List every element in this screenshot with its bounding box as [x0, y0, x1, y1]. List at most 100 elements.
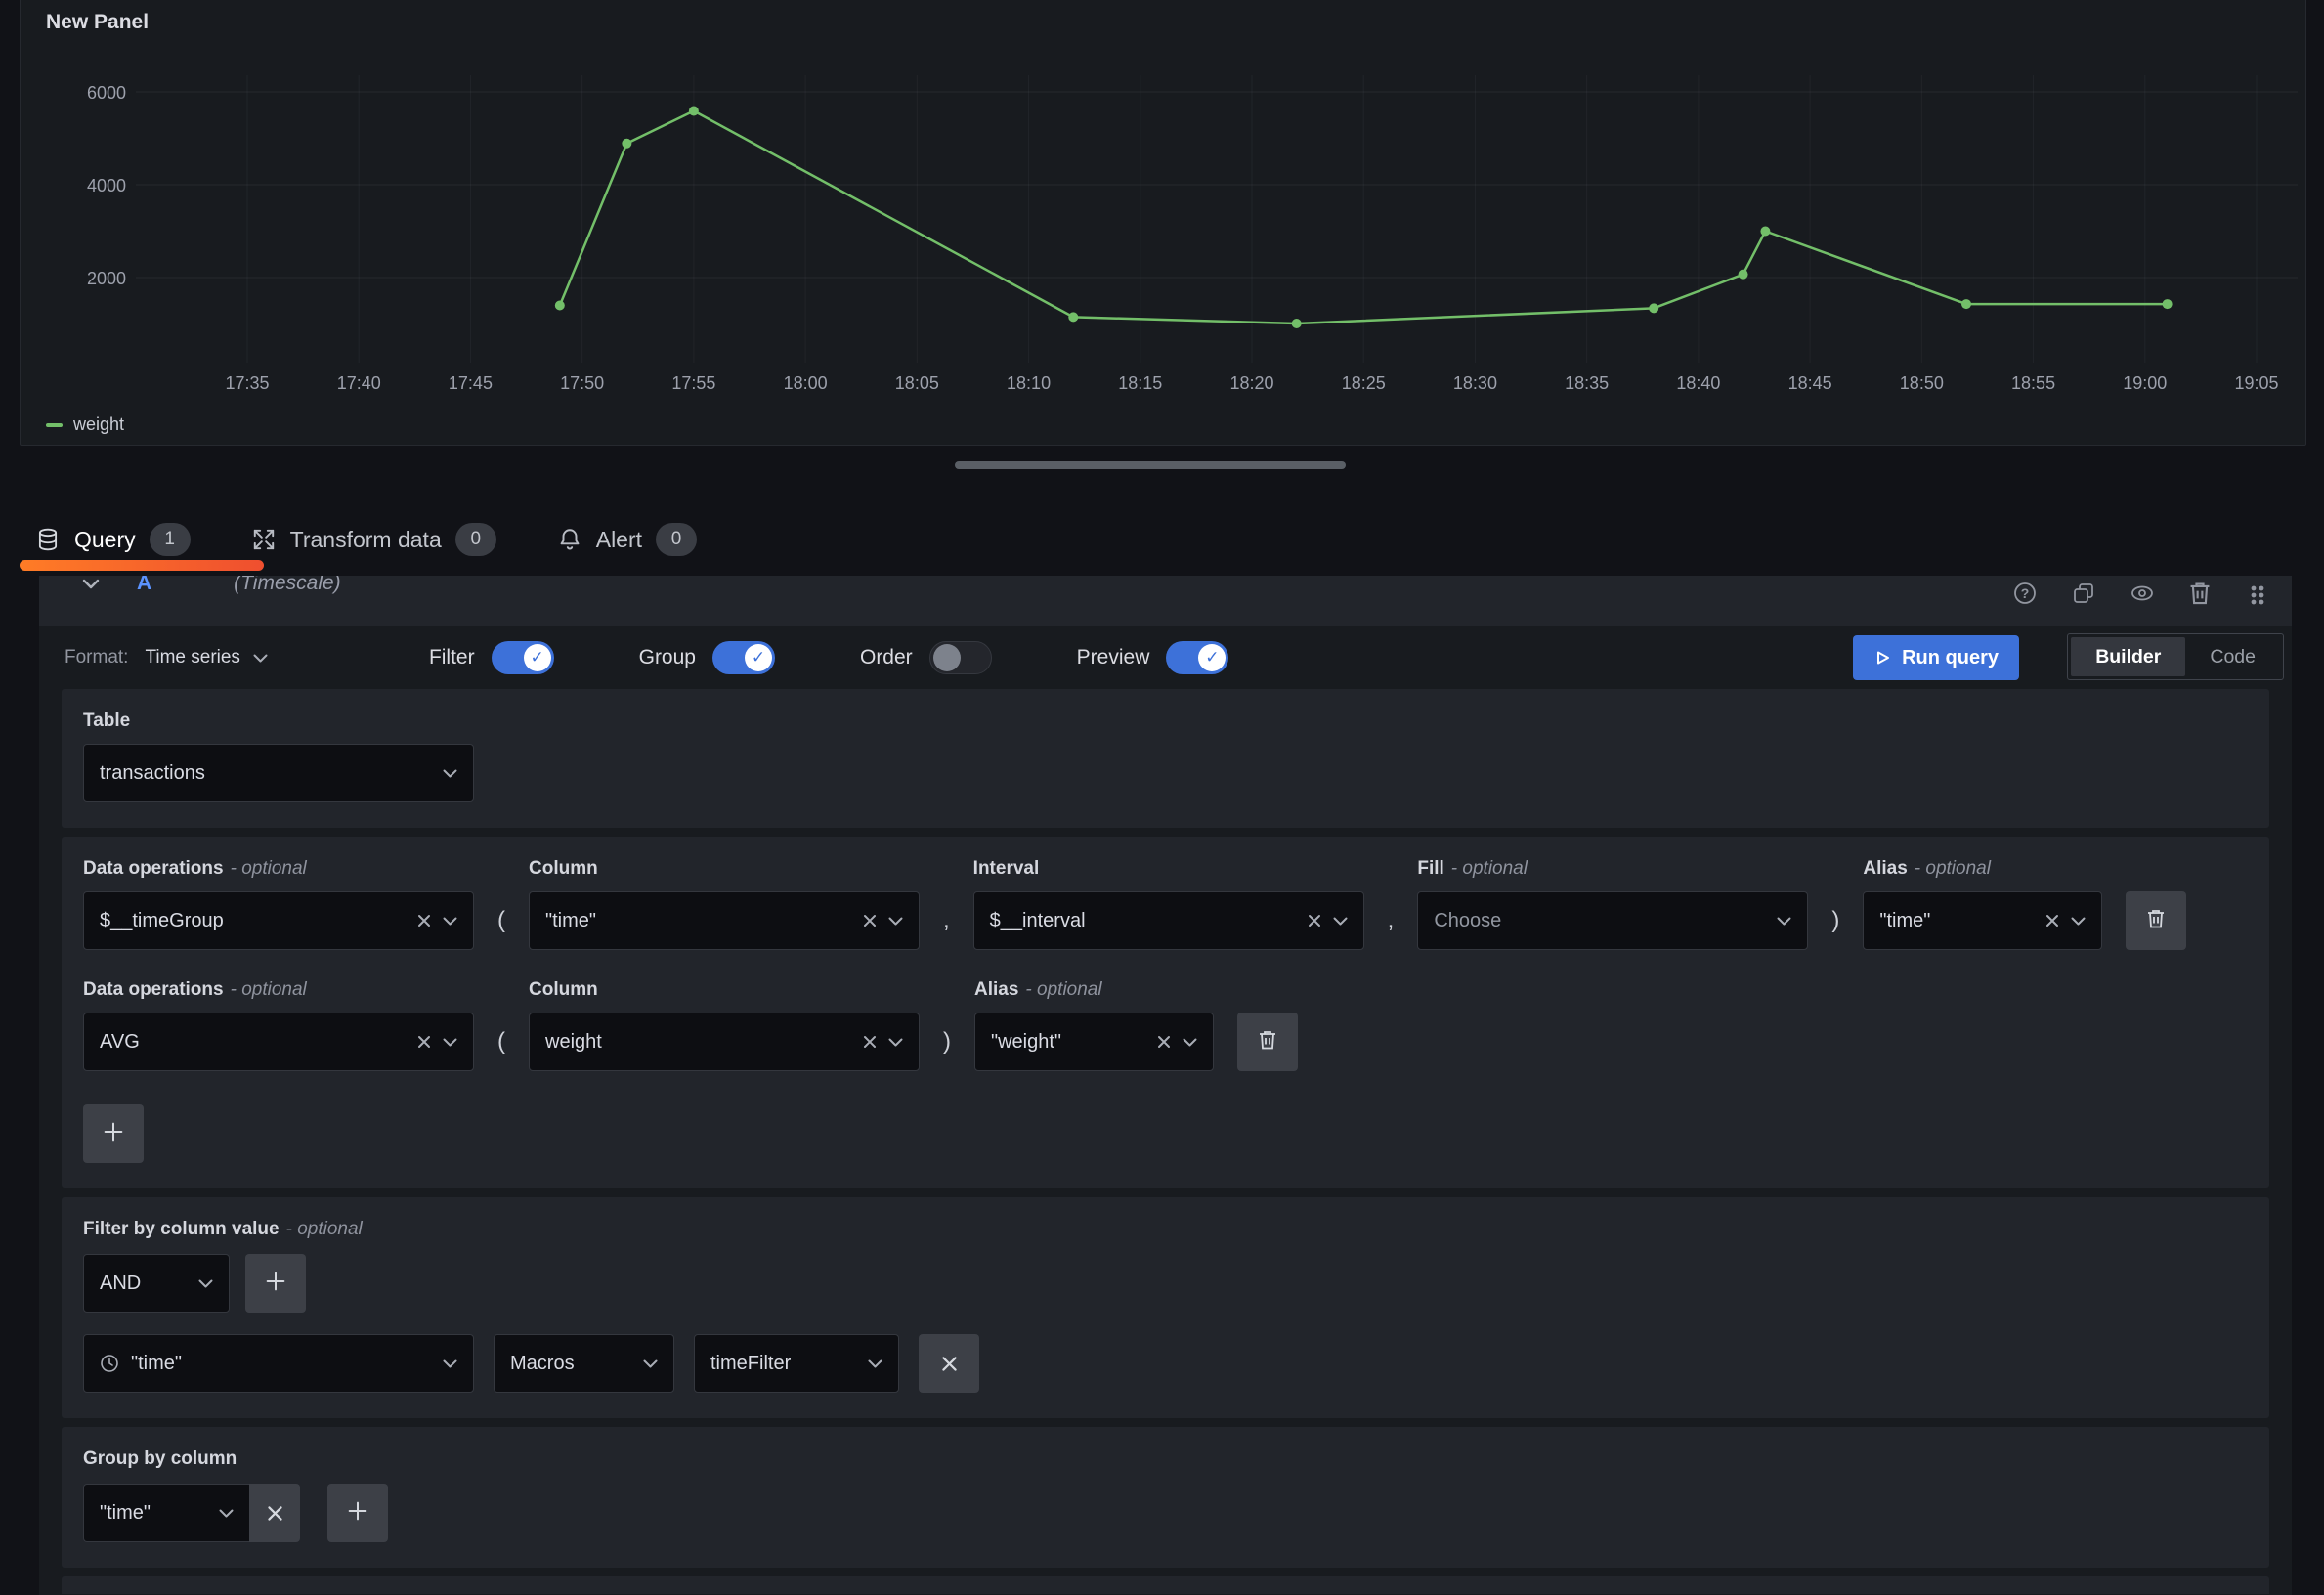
table-section: Table transactions	[62, 689, 2269, 828]
plus-icon	[104, 1122, 123, 1146]
query-datasource: (Timescale)	[234, 576, 341, 595]
tab-transform-label: Transform data	[290, 527, 442, 553]
query-editor: Format: Time series Filter Group Order P…	[39, 626, 2292, 1595]
format-select[interactable]: Time series	[145, 647, 267, 668]
chevron-down-icon	[1777, 917, 1791, 926]
svg-text:18:15: 18:15	[1118, 373, 1162, 393]
interval-select[interactable]: $__interval	[973, 891, 1364, 950]
alias-select[interactable]: "time"	[1863, 891, 2102, 950]
remove-select-row-button[interactable]	[2126, 891, 2186, 950]
trash-icon[interactable]	[2188, 581, 2212, 606]
chevron-down-icon	[443, 917, 457, 926]
builder-mode-button[interactable]: Builder	[2071, 637, 2185, 676]
add-select-row-button[interactable]	[83, 1104, 144, 1163]
tab-alert-label: Alert	[596, 527, 642, 553]
filter-toggle-group: Filter	[429, 641, 554, 674]
preview-toggle-group: Preview	[1077, 641, 1229, 674]
eye-icon[interactable]	[2130, 581, 2155, 606]
add-filter-button[interactable]	[245, 1254, 306, 1313]
tab-transform-data[interactable]: Transform data 0	[251, 523, 496, 556]
order-toggle-group: Order	[860, 641, 992, 674]
remove-select-row-button[interactable]	[1237, 1013, 1298, 1071]
chevron-down-icon	[888, 1038, 903, 1047]
chevron-down-icon	[443, 1038, 457, 1047]
clear-icon[interactable]	[417, 1035, 431, 1049]
svg-text:18:45: 18:45	[1788, 373, 1832, 393]
select-row-time: Data operations- optional $__timeGroup (…	[83, 858, 2248, 950]
chevron-down-icon	[253, 654, 268, 663]
clock-icon	[100, 1354, 119, 1373]
clear-icon[interactable]	[1157, 1035, 1171, 1049]
filter-column-select[interactable]: "time"	[83, 1334, 474, 1393]
svg-text:18:35: 18:35	[1565, 373, 1609, 393]
fill-select[interactable]: Choose	[1417, 891, 1808, 950]
filter-section-label: Filter by column value- optional	[83, 1219, 2248, 1240]
query-ref-id: A	[137, 576, 151, 595]
clear-icon[interactable]	[863, 1035, 877, 1049]
tab-transform-count: 0	[455, 523, 496, 556]
svg-text:18:00: 18:00	[784, 373, 828, 393]
trash-icon	[2146, 908, 2166, 934]
preview-toggle[interactable]	[1166, 641, 1228, 674]
filter-macro-category-select[interactable]: Macros	[494, 1334, 674, 1393]
tab-query-count: 1	[150, 523, 191, 556]
clear-icon[interactable]	[417, 914, 431, 927]
svg-text:18:25: 18:25	[1342, 373, 1386, 393]
comma-token: ,	[1388, 891, 1395, 950]
tab-alert-count: 0	[656, 523, 697, 556]
tab-query[interactable]: Query 1	[35, 523, 191, 556]
group-by-column-select[interactable]: "time"	[83, 1484, 249, 1542]
svg-text:?: ?	[2021, 585, 2030, 601]
group-toggle[interactable]	[712, 641, 775, 674]
active-tab-indicator	[20, 560, 264, 571]
close-icon	[267, 1505, 283, 1522]
filter-macro-select[interactable]: timeFilter	[694, 1334, 899, 1393]
tab-alert[interactable]: Alert 0	[557, 523, 697, 556]
help-icon[interactable]: ?	[2012, 581, 2038, 606]
horizontal-scrollbar[interactable]	[955, 461, 1346, 469]
comma-token: ,	[943, 891, 950, 950]
open-paren: (	[497, 1013, 505, 1071]
chevron-down-icon	[443, 769, 457, 778]
drag-handle-icon[interactable]	[2245, 581, 2270, 606]
svg-text:19:00: 19:00	[2123, 373, 2167, 393]
svg-text:17:45: 17:45	[449, 373, 493, 393]
svg-text:17:35: 17:35	[225, 373, 269, 393]
trash-icon	[1258, 1029, 1277, 1056]
order-toggle[interactable]	[929, 641, 992, 674]
query-row-actions: ?	[2012, 581, 2270, 606]
plus-icon	[266, 1272, 285, 1296]
legend-item-weight[interactable]: weight	[46, 414, 124, 435]
query-toolbar: Format: Time series Filter Group Order P…	[39, 626, 2292, 689]
remove-group-by-button[interactable]	[249, 1484, 300, 1542]
aggregation-select[interactable]: $__timeGroup	[83, 891, 474, 950]
query-row-header[interactable]: A (Timescale) ?	[39, 576, 2292, 626]
code-mode-button[interactable]: Code	[2185, 637, 2280, 676]
group-by-label: Group by column	[83, 1448, 2248, 1470]
column-select[interactable]: weight	[529, 1013, 920, 1071]
database-icon	[35, 527, 61, 552]
run-query-button[interactable]: Run query	[1853, 635, 2019, 680]
chevron-down-icon[interactable]	[82, 579, 100, 589]
remove-filter-button[interactable]	[919, 1334, 979, 1393]
table-select[interactable]: transactions	[83, 744, 474, 802]
transform-icon	[251, 527, 277, 552]
duplicate-icon[interactable]	[2071, 581, 2096, 606]
svg-text:18:40: 18:40	[1676, 373, 1720, 393]
clear-icon[interactable]	[1308, 914, 1321, 927]
filter-toggle[interactable]	[492, 641, 554, 674]
editor-mode-toggle: Builder Code	[2067, 633, 2284, 680]
column-select[interactable]: "time"	[529, 891, 920, 950]
chevron-down-icon	[888, 917, 903, 926]
aggregation-select[interactable]: AVG	[83, 1013, 474, 1071]
query-row-title: A (Timescale)	[82, 576, 341, 609]
clear-icon[interactable]	[2045, 914, 2059, 927]
select-row-weight: Data operations- optional AVG ( Column w…	[83, 979, 2248, 1071]
add-group-by-button[interactable]	[327, 1484, 388, 1542]
filter-operator-select[interactable]: AND	[83, 1254, 230, 1313]
chevron-down-icon	[2071, 917, 2086, 926]
chevron-down-icon	[868, 1359, 882, 1368]
svg-text:19:05: 19:05	[2234, 373, 2278, 393]
clear-icon[interactable]	[863, 914, 877, 927]
alias-select[interactable]: "weight"	[974, 1013, 1214, 1071]
